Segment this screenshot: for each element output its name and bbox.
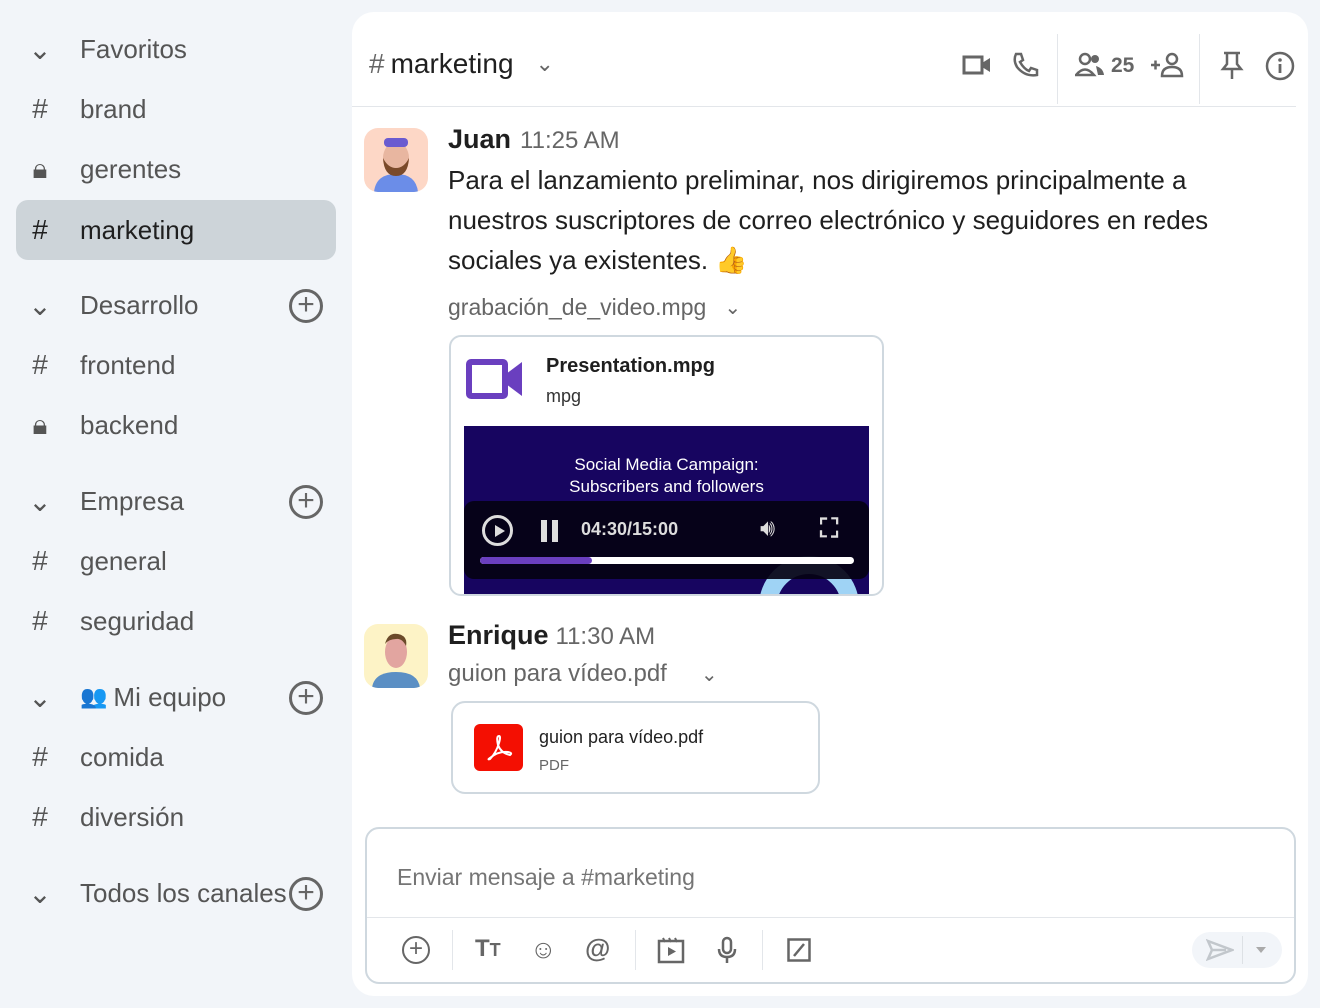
attachment-toggle[interactable]: guion para vídeo.pdf ⌄ [448,660,718,688]
chevron-down-icon: ⌄ [16,681,64,714]
chevron-down-icon: ⌄ [16,33,64,66]
section-desarrollo[interactable]: ⌄Desarrollo [16,275,336,335]
add-member-icon[interactable] [1150,52,1184,85]
emoji-icon[interactable]: ☺ [530,934,557,965]
video-controls: 04:30/15:00 🔊︎ ⛶ [464,501,869,579]
video-player[interactable]: Social Media Campaign:Subscribers and fo… [464,426,869,596]
member-count[interactable]: 25 [1111,54,1134,78]
section-mi-equipo[interactable]: ⌄👥Mi equipo [16,667,336,727]
info-icon[interactable] [1265,51,1295,88]
mention-icon[interactable]: @ [585,933,610,964]
chevron-down-icon: ⌄ [724,295,741,320]
sidebar-item-gerentes[interactable]: 🔒︎gerentes [16,139,336,199]
sidebar-item-seguridad[interactable]: #seguridad [16,591,336,651]
add-channel-desarrollo-icon[interactable]: + [289,289,323,323]
sidebar-item-diversion[interactable]: #diversión [16,787,336,847]
members-icon[interactable] [1075,52,1105,85]
chevron-down-icon: ⌄ [701,662,718,687]
slash-command-icon[interactable] [787,938,811,969]
section-todos-los-canales[interactable]: ⌄Todos los canales [16,863,336,923]
sidebar-item-general[interactable]: #general [16,531,336,591]
hash-icon: # [369,48,385,80]
sidebar-item-marketing[interactable]: #marketing [16,200,336,260]
channel-title[interactable]: # marketing ⌄ [369,48,554,80]
message-text: Para el lanzamiento preliminar, nos diri… [448,160,1288,280]
hash-icon: # [16,801,64,833]
chevron-down-icon: ⌄ [16,485,64,518]
pdf-file-icon [474,724,523,771]
pin-icon[interactable] [1220,50,1244,87]
phone-icon[interactable] [1011,51,1039,86]
pdf-attachment-card[interactable]: guion para vídeo.pdf PDF [451,701,820,794]
team-icon: 👥 [80,684,107,710]
volume-icon[interactable]: 🔊︎ [760,515,775,543]
sidebar-item-brand[interactable]: #brand [16,79,336,139]
author-name[interactable]: Enrique [448,620,549,651]
pause-icon[interactable] [541,520,547,542]
add-channel-todos-icon[interactable]: + [289,877,323,911]
sidebar-item-backend[interactable]: 🔒︎backend [16,395,336,455]
video-time: 04:30/15:00 [581,519,678,540]
video-title: Social Media Campaign:Subscribers and fo… [464,454,869,498]
section-empresa[interactable]: ⌄Empresa [16,471,336,531]
video-progress-bar[interactable] [480,557,854,564]
timestamp: 11:25 AM [520,127,620,155]
send-options-icon[interactable] [1256,947,1266,953]
video-call-icon[interactable] [962,53,992,84]
add-attachment-icon[interactable]: + [402,936,430,964]
sidebar-item-comida[interactable]: #comida [16,727,336,787]
send-button[interactable] [1192,932,1282,968]
play-icon[interactable] [482,515,513,546]
chevron-down-icon[interactable]: ⌄ [536,51,554,77]
message-header: Juan 11:25 AM [448,124,620,155]
chevron-down-icon: ⌄ [16,289,64,322]
hash-icon: # [16,214,64,246]
author-name[interactable]: Juan [448,124,511,155]
section-favoritos[interactable]: ⌄Favoritos [16,19,336,79]
video-file-icon [466,359,524,404]
video-attachment-card[interactable]: Presentation.mpg mpg Social Media Campai… [449,335,884,596]
sidebar-item-frontend[interactable]: #frontend [16,335,336,395]
message-header: Enrique 11:30 AM [448,620,655,651]
avatar-juan[interactable] [364,128,428,192]
message-input[interactable] [397,857,1257,897]
lock-icon: 🔒︎ [16,153,64,186]
file-type: mpg [546,386,581,407]
hash-icon: # [16,349,64,381]
video-record-icon[interactable] [657,936,685,971]
hash-icon: # [16,741,64,773]
avatar-enrique[interactable] [364,624,428,688]
hash-icon: # [16,605,64,637]
lock-icon: 🔒︎ [16,409,64,442]
chevron-down-icon: ⌄ [16,877,64,910]
attachment-toggle[interactable]: grabación_de_video.mpg ⌄ [448,294,741,321]
timestamp: 11:30 AM [556,623,656,651]
add-channel-mi-equipo-icon[interactable]: + [289,681,323,715]
file-type: PDF [539,757,569,774]
add-channel-empresa-icon[interactable]: + [289,485,323,519]
hash-icon: # [16,545,64,577]
fullscreen-icon[interactable]: ⛶ [820,513,838,545]
composer [365,827,1296,984]
microphone-icon[interactable] [717,936,737,971]
file-name: Presentation.mpg [546,355,715,378]
file-name: guion para vídeo.pdf [539,727,703,748]
text-format-icon[interactable]: TT [475,935,501,963]
hash-icon: # [16,93,64,125]
